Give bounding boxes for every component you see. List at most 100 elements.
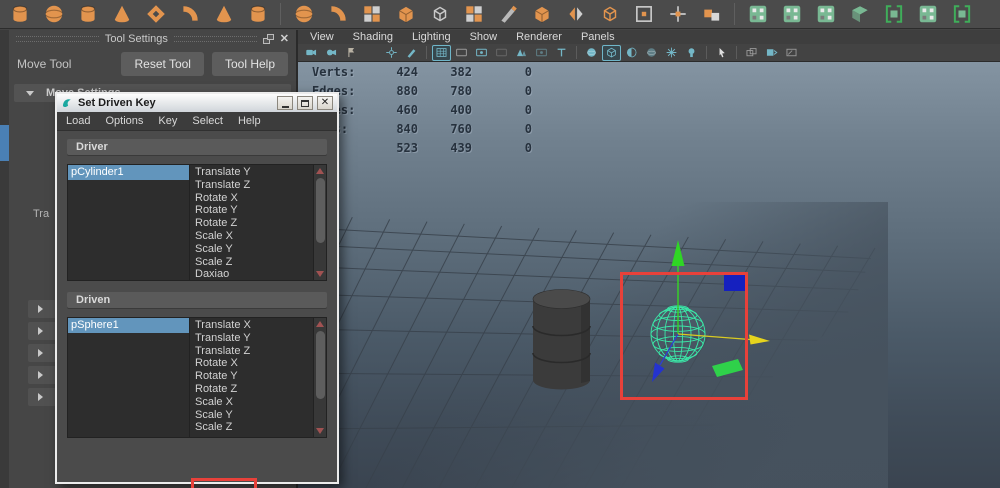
gate-mask-icon[interactable] [492, 45, 511, 61]
driver-scrollbar[interactable] [313, 165, 326, 280]
menu-lighting[interactable]: Lighting [412, 30, 451, 44]
list-item[interactable]: Rotate Z [190, 217, 313, 230]
menu-panels[interactable]: Panels [581, 30, 615, 44]
menu-show[interactable]: Show [470, 30, 498, 44]
list-item[interactable]: Translate Z [190, 345, 313, 358]
shelf-boolean-union-icon[interactable] [288, 1, 319, 27]
list-item[interactable]: Translate Y [190, 166, 313, 179]
minimize-button[interactable] [277, 96, 293, 110]
shelf-quad-draw-2-icon[interactable] [776, 1, 807, 27]
shelf-make-live-icon[interactable] [458, 1, 489, 27]
shelf-poly-cylinder-tall-icon[interactable] [72, 1, 103, 27]
select-cursor-icon[interactable] [712, 45, 731, 61]
shelf-poly-helix-icon[interactable] [242, 1, 273, 27]
driver-object-selected[interactable]: pCylinder1 [68, 165, 189, 180]
list-item[interactable]: Translate Y [190, 332, 313, 345]
list-item[interactable]: Rotate Z [190, 383, 313, 396]
resolution-gate-icon[interactable] [472, 45, 491, 61]
safe-action-icon[interactable] [532, 45, 551, 61]
shelf-multi-cut-icon[interactable] [492, 1, 523, 27]
list-item[interactable]: Rotate X [190, 192, 313, 205]
maximize-button[interactable] [297, 96, 313, 110]
list-item[interactable]: Rotate Y [190, 370, 313, 383]
list-item[interactable]: Scale X [190, 230, 313, 243]
select-camera-icon[interactable] [302, 45, 321, 61]
isolate-select-icon[interactable] [762, 45, 781, 61]
move-tool-selected-icon[interactable] [0, 125, 9, 161]
shelf-poly-pyramid-icon[interactable] [208, 1, 239, 27]
shelf-quad-draw-1-icon[interactable] [742, 1, 773, 27]
reset-tool-button[interactable]: Reset Tool [121, 52, 204, 76]
grid-icon[interactable] [432, 44, 451, 61]
titlebar-grip[interactable] [173, 35, 257, 42]
flat-lighting-icon[interactable] [622, 45, 641, 61]
menu-key[interactable]: Key [158, 115, 177, 127]
pivot-icon[interactable] [382, 45, 401, 61]
menu-view[interactable]: View [310, 30, 334, 44]
scroll-thumb[interactable] [315, 331, 325, 399]
close-panel-icon[interactable]: ✕ [280, 33, 289, 44]
ambient-occlusion-icon[interactable] [662, 45, 681, 61]
default-lighting-icon[interactable] [582, 45, 601, 61]
scroll-up-icon[interactable] [316, 321, 324, 327]
shelf-quad-draw-3-icon[interactable] [810, 1, 841, 27]
pencil-icon[interactable] [402, 45, 421, 61]
field-chart-icon[interactable] [512, 45, 531, 61]
shelf-poly-torus-icon[interactable] [140, 1, 171, 27]
float-panel-icon[interactable] [262, 33, 274, 44]
shelf-poly-cylinder-icon[interactable] [4, 1, 35, 27]
menu-shading[interactable]: Shading [353, 30, 393, 44]
snapshot-icon[interactable] [742, 45, 761, 61]
viewport-canvas[interactable]: Verts:4243820 Edges:8807800 Faces:460400… [298, 62, 1000, 488]
shelf-combine-icon[interactable] [356, 1, 387, 27]
list-item[interactable]: Scale Z [190, 256, 313, 269]
paint-effects-icon[interactable] [362, 45, 381, 61]
titlebar-grip[interactable] [16, 35, 99, 42]
shelf-fill-hole-icon[interactable] [390, 1, 421, 27]
shelf-poly-pipe-icon[interactable] [174, 1, 205, 27]
camera-attributes-icon[interactable] [322, 45, 341, 61]
shelf-poly-sphere-icon[interactable] [38, 1, 69, 27]
shelf-sculpt-fold-icon[interactable] [844, 1, 875, 27]
shelf-mirror-geometry-icon[interactable] [560, 1, 591, 27]
driven-object-selected[interactable]: pSphere1 [68, 318, 189, 333]
shelf-color-swatches-icon[interactable] [696, 1, 727, 27]
shelf-smooth-icon[interactable] [594, 1, 625, 27]
shelf-cube-wireframe-icon[interactable] [424, 1, 455, 27]
shelf-target-weld-icon[interactable] [628, 1, 659, 27]
shelf-quad-strip-icon[interactable] [662, 1, 693, 27]
shadows-icon[interactable] [642, 45, 661, 61]
menu-renderer[interactable]: Renderer [516, 30, 562, 44]
film-gate-icon[interactable] [452, 45, 471, 61]
tool-help-button[interactable]: Tool Help [211, 52, 288, 76]
scroll-down-icon[interactable] [316, 271, 324, 277]
shelf-bevel-icon[interactable] [526, 1, 557, 27]
scroll-down-icon[interactable] [316, 428, 324, 434]
shelf-poly-cone-icon[interactable] [106, 1, 137, 27]
list-item[interactable]: Translate X [190, 319, 313, 332]
shelf-pinch-brush-icon[interactable] [946, 1, 977, 27]
list-item[interactable]: Rotate X [190, 357, 313, 370]
scroll-up-icon[interactable] [316, 168, 324, 174]
image-plane-icon[interactable] [782, 45, 801, 61]
shelf-boolean-difference-icon[interactable] [322, 1, 353, 27]
shelf-relax-brush-icon[interactable] [878, 1, 909, 27]
close-button[interactable]: ✕ [317, 96, 333, 110]
driven-scrollbar[interactable] [313, 318, 326, 437]
list-item[interactable]: Scale X [190, 396, 313, 409]
shelf-grab-brush-icon[interactable] [912, 1, 943, 27]
list-item[interactable]: Scale Y [190, 409, 313, 422]
menu-help[interactable]: Help [238, 115, 261, 127]
motion-blur-icon[interactable] [682, 45, 701, 61]
dialog-titlebar[interactable]: Set Driven Key ✕ [57, 94, 337, 112]
menu-options[interactable]: Options [105, 115, 143, 127]
bookmark-icon[interactable] [342, 45, 361, 61]
list-item[interactable]: Daxiao [190, 268, 313, 280]
safe-title-icon[interactable] [552, 45, 571, 61]
list-item[interactable]: Scale Y [190, 243, 313, 256]
lighting-cube-icon[interactable] [602, 44, 621, 61]
scroll-thumb[interactable] [315, 178, 325, 243]
menu-select[interactable]: Select [192, 115, 223, 127]
list-item[interactable]: Translate Z [190, 179, 313, 192]
menu-load[interactable]: Load [66, 115, 90, 127]
